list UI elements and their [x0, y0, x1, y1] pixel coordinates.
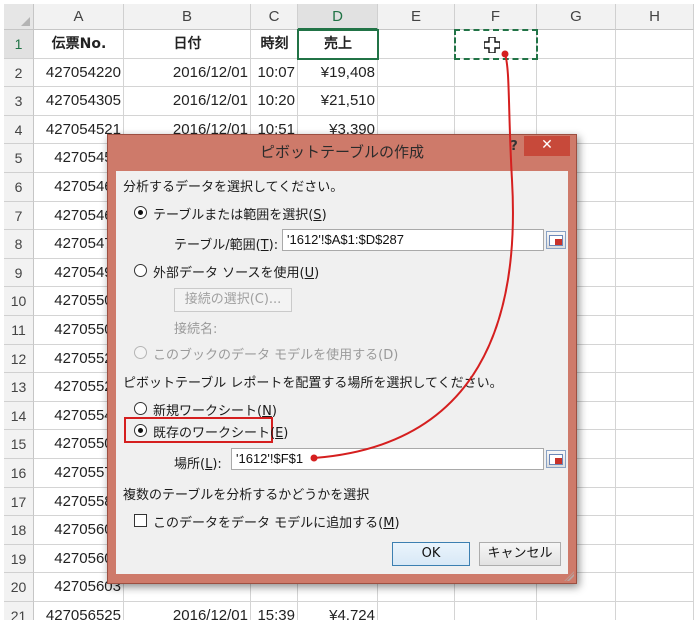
table-cell[interactable]: ¥4,724 — [298, 602, 378, 620]
grid-line — [615, 30, 616, 620]
row-header-4[interactable]: 4 — [4, 115, 34, 145]
select-data-label: 分析するデータを選択してください。 — [123, 180, 344, 195]
row-header-2[interactable]: 2 — [4, 58, 34, 88]
dialog-client-area: 分析するデータを選択してください。 テーブルまたは範囲を選択(S) テーブル/範… — [116, 171, 568, 574]
row-header-9[interactable]: 9 — [4, 258, 34, 288]
range-select-icon[interactable] — [546, 231, 566, 249]
row-header-21[interactable]: 21 — [4, 602, 34, 620]
column-header-b[interactable]: B — [124, 4, 251, 30]
table-cell[interactable]: ¥19,408 — [298, 59, 378, 88]
header-cell-c[interactable]: 時刻 — [251, 30, 298, 59]
radio-data-model-label: このブックのデータ モデルを使用する(D) — [153, 348, 399, 363]
range-select-icon[interactable] — [546, 450, 566, 468]
help-button[interactable]: ? — [507, 137, 521, 157]
table-cell[interactable]: 2016/12/01 — [124, 602, 251, 620]
close-button[interactable]: ✕ — [524, 136, 570, 156]
column-header-a[interactable]: A — [34, 4, 124, 30]
resize-grip-icon[interactable] — [564, 571, 574, 581]
row-header-20[interactable]: 20 — [4, 573, 34, 602]
create-pivottable-dialog: ピボットテーブルの作成 ? ✕ 分析するデータを選択してください。 テーブルまた… — [107, 134, 577, 584]
row-header-12[interactable]: 12 — [4, 344, 34, 374]
row-header-10[interactable]: 10 — [4, 287, 34, 316]
table-cell[interactable]: 427054305 — [34, 87, 124, 116]
radio-table-range[interactable] — [134, 206, 147, 219]
radio-data-model[interactable] — [134, 346, 147, 359]
add-to-data-model-label[interactable]: このデータをデータ モデルに追加する(M) — [153, 512, 400, 531]
table-cell[interactable]: 10:07 — [251, 59, 298, 88]
table-range-label: テーブル/範囲(T): — [174, 238, 279, 253]
grid-line — [693, 30, 694, 620]
connection-name-label: 接続名: — [174, 322, 218, 337]
row-header-6[interactable]: 6 — [4, 173, 34, 202]
row-header-8[interactable]: 8 — [4, 230, 34, 259]
column-header-e[interactable]: E — [378, 4, 455, 30]
column-header-h[interactable]: H — [616, 4, 694, 30]
radio-external-source-label[interactable]: 外部データ ソースを使用(U) — [153, 262, 319, 281]
location-input[interactable]: '1612'!$F$1 — [231, 448, 544, 470]
dialog-title: ピボットテーブルの作成 — [259, 143, 425, 161]
row-header-1[interactable]: 1 — [4, 30, 34, 59]
radio-new-worksheet[interactable] — [134, 402, 147, 415]
table-cell[interactable]: 427056525 — [34, 602, 124, 620]
row-header-19[interactable]: 19 — [4, 544, 34, 574]
row-header-17[interactable]: 17 — [4, 487, 34, 517]
active-cell-d1[interactable] — [297, 29, 379, 60]
radio-table-range-label[interactable]: テーブルまたは範囲を選択(S) — [153, 204, 327, 223]
row-header-13[interactable]: 13 — [4, 373, 34, 402]
header-cell-a[interactable]: 伝票No. — [34, 30, 124, 59]
radio-external-source[interactable] — [134, 264, 147, 277]
table-cell[interactable]: 10:20 — [251, 87, 298, 116]
table-cell[interactable]: 2016/12/01 — [124, 87, 251, 116]
location-label: 場所(L): — [174, 457, 222, 472]
plus-cross-cursor-icon — [483, 36, 501, 54]
choose-connection-button[interactable]: 接続の選択(C)... — [174, 288, 292, 312]
column-header-f[interactable]: F — [455, 4, 537, 30]
cancel-button[interactable]: キャンセル — [479, 542, 561, 566]
table-range-input[interactable]: '1612'!$A$1:$D$287 — [282, 229, 544, 251]
table-cell[interactable]: ¥21,510 — [298, 87, 378, 116]
table-cell[interactable]: 2016/12/01 — [124, 59, 251, 88]
row-header-5[interactable]: 5 — [4, 144, 34, 173]
row-header-15[interactable]: 15 — [4, 430, 34, 459]
table-cell[interactable]: 427054220 — [34, 59, 124, 88]
row-header-18[interactable]: 18 — [4, 516, 34, 545]
place-report-label: ピボットテーブル レポートを配置する場所を選択してください。 — [123, 376, 503, 391]
ok-button[interactable]: OK — [392, 542, 470, 566]
add-to-data-model-checkbox[interactable] — [134, 514, 147, 527]
row-header-7[interactable]: 7 — [4, 201, 34, 231]
radio-existing-worksheet-label[interactable]: 既存のワークシート(E) — [153, 422, 288, 441]
radio-existing-worksheet[interactable] — [134, 424, 147, 437]
row-header-11[interactable]: 11 — [4, 316, 34, 345]
table-cell[interactable]: 15:39 — [251, 602, 298, 620]
column-header-g[interactable]: G — [537, 4, 616, 30]
select-all-corner[interactable] — [4, 4, 34, 30]
header-cell-b[interactable]: 日付 — [124, 30, 251, 59]
column-header-d[interactable]: D — [298, 4, 378, 30]
column-header-c[interactable]: C — [251, 4, 298, 30]
row-header-16[interactable]: 16 — [4, 459, 34, 488]
row-header-3[interactable]: 3 — [4, 87, 34, 116]
row-header-14[interactable]: 14 — [4, 401, 34, 431]
multiple-tables-label: 複数のテーブルを分析するかどうかを選択 — [123, 488, 370, 503]
